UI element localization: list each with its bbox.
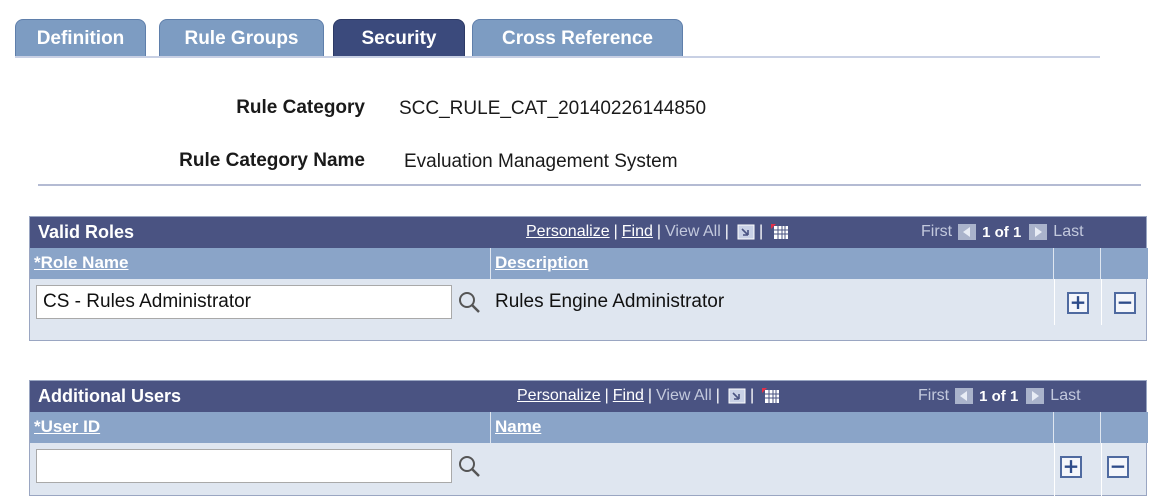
tab-cross-reference[interactable]: Cross Reference bbox=[472, 19, 683, 57]
tab-cross-reference-label: Cross Reference bbox=[501, 27, 654, 49]
last-link[interactable]: Last bbox=[1053, 223, 1083, 241]
section-divider bbox=[38, 184, 1141, 186]
tab-bar: Definition Rule Groups Security Cross Re… bbox=[15, 19, 1100, 57]
tab-rule-groups-label: Rule Groups bbox=[184, 27, 299, 49]
arrow-right-icon[interactable] bbox=[1029, 224, 1048, 240]
add-row-button[interactable]: + bbox=[1060, 456, 1082, 478]
arrow-left-icon[interactable] bbox=[955, 388, 974, 404]
valid-roles-nav: Personalize | Find | View All | | bbox=[526, 223, 789, 241]
nav-separator: | bbox=[724, 223, 729, 240]
first-link[interactable]: First bbox=[921, 223, 952, 241]
column-header-user-id-label[interactable]: *User ID bbox=[34, 417, 100, 437]
user-id-input[interactable] bbox=[36, 449, 452, 483]
nav-separator: | bbox=[749, 387, 755, 404]
role-name-input[interactable] bbox=[36, 285, 452, 319]
column-header-add bbox=[1054, 412, 1101, 443]
personalize-link[interactable]: Personalize bbox=[517, 387, 601, 405]
column-separator bbox=[1054, 443, 1055, 497]
column-header-delete bbox=[1101, 412, 1148, 443]
download-icon[interactable] bbox=[728, 388, 746, 404]
valid-roles-title: Valid Roles bbox=[38, 222, 135, 242]
description-cell: Rules Engine Administrator bbox=[495, 291, 725, 312]
column-header-delete bbox=[1101, 248, 1148, 279]
column-header-description-label[interactable]: Description bbox=[495, 253, 589, 273]
column-header-role-name[interactable]: *Role Name bbox=[30, 248, 491, 279]
rule-category-value: SCC_RULE_CAT_20140226144850 bbox=[399, 98, 707, 119]
row-count: 1 of 1 bbox=[979, 387, 1019, 405]
arrow-right-icon[interactable] bbox=[1026, 388, 1045, 404]
additional-users-title: Additional Users bbox=[38, 386, 182, 406]
column-separator bbox=[1054, 279, 1055, 325]
download-icon[interactable] bbox=[737, 224, 755, 240]
tab-security-label: Security bbox=[361, 27, 437, 49]
tab-divider bbox=[15, 56, 1100, 58]
personalize-link[interactable]: Personalize bbox=[526, 223, 610, 241]
first-link[interactable]: First bbox=[918, 387, 949, 405]
column-separator bbox=[1101, 443, 1102, 497]
nav-separator: | bbox=[647, 387, 653, 404]
search-icon[interactable] bbox=[457, 290, 481, 314]
nav-separator: | bbox=[758, 223, 764, 240]
column-header-user-id[interactable]: *User ID bbox=[30, 412, 491, 443]
nav-separator: | bbox=[613, 223, 618, 240]
grid-view-icon[interactable] bbox=[762, 388, 780, 404]
delete-row-button[interactable]: − bbox=[1114, 292, 1136, 314]
additional-users-header: Additional Users Personalize | Find | Vi… bbox=[30, 381, 1146, 412]
nav-separator: | bbox=[604, 387, 609, 404]
add-row-button[interactable]: + bbox=[1067, 292, 1089, 314]
tab-definition-label: Definition bbox=[36, 27, 125, 49]
find-link[interactable]: Find bbox=[622, 223, 653, 241]
column-header-description[interactable]: Description bbox=[491, 248, 1054, 279]
view-all-link[interactable]: View All bbox=[665, 223, 721, 241]
find-link[interactable]: Find bbox=[613, 387, 644, 405]
tab-rule-groups[interactable]: Rule Groups bbox=[159, 19, 324, 57]
nav-separator: | bbox=[715, 387, 720, 404]
delete-row-button[interactable]: − bbox=[1107, 456, 1129, 478]
column-header-add bbox=[1054, 248, 1101, 279]
last-link[interactable]: Last bbox=[1050, 387, 1080, 405]
search-icon[interactable] bbox=[457, 454, 481, 478]
nav-separator: | bbox=[656, 223, 662, 240]
table-row: + − bbox=[30, 443, 1146, 497]
column-separator bbox=[1101, 279, 1102, 325]
grid-view-icon[interactable] bbox=[771, 224, 789, 240]
column-header-name-label[interactable]: Name bbox=[495, 417, 541, 437]
table-row: Rules Engine Administrator + − bbox=[30, 279, 1146, 325]
rule-category-name-label: Rule Category Name bbox=[179, 150, 365, 171]
valid-roles-header: Valid Roles Personalize | Find | View Al… bbox=[30, 217, 1146, 248]
additional-users-grid: Additional Users Personalize | Find | Vi… bbox=[29, 380, 1148, 497]
valid-roles-grid: Valid Roles Personalize | Find | View Al… bbox=[29, 216, 1148, 341]
additional-users-pager: First 1 of 1 Last bbox=[918, 387, 1081, 405]
tab-security[interactable]: Security bbox=[333, 19, 465, 57]
view-all-link[interactable]: View All bbox=[656, 387, 712, 405]
rule-category-name-value: Evaluation Management System bbox=[404, 151, 678, 172]
row-count: 1 of 1 bbox=[982, 223, 1022, 241]
additional-users-nav: Personalize | Find | View All | | bbox=[517, 387, 780, 405]
rule-category-label: Rule Category bbox=[236, 97, 365, 118]
arrow-left-icon[interactable] bbox=[958, 224, 977, 240]
column-header-name[interactable]: Name bbox=[491, 412, 1054, 443]
valid-roles-pager: First 1 of 1 Last bbox=[921, 223, 1084, 241]
column-header-role-name-label[interactable]: *Role Name bbox=[34, 253, 128, 273]
tab-definition[interactable]: Definition bbox=[15, 19, 146, 57]
